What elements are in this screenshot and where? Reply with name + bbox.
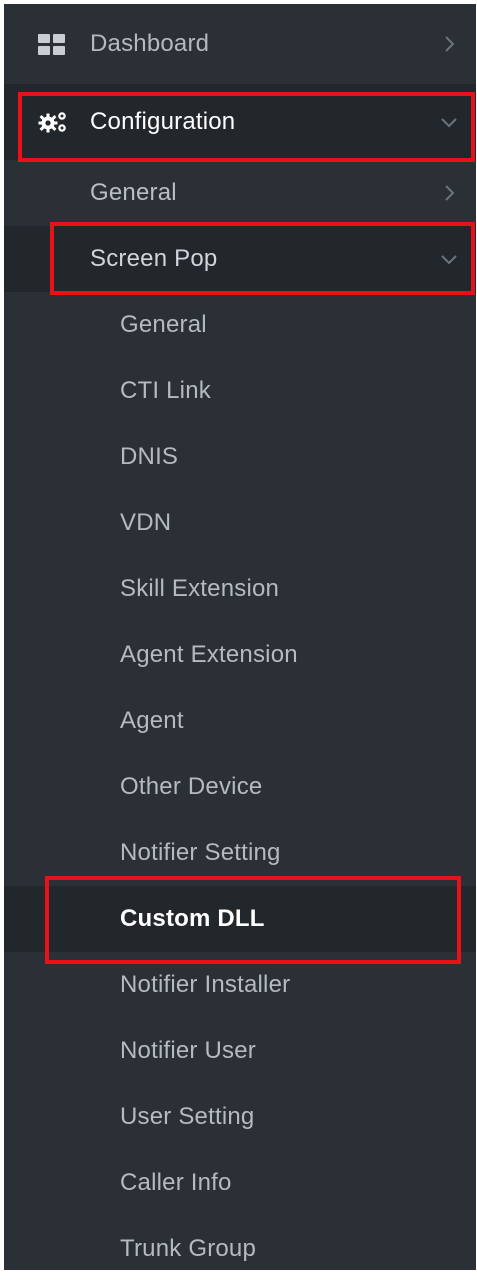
sidebar-item-label: VDN xyxy=(120,509,172,536)
sidebar-leaf-agent-extension[interactable]: Agent Extension xyxy=(4,622,476,688)
sidebar-item-label: Other Device xyxy=(120,773,263,800)
sidebar-item-label: Notifier Installer xyxy=(120,971,291,998)
sidebar-subitem-screen-pop[interactable]: Screen Pop xyxy=(4,226,476,292)
sidebar-leaf-trunk-group[interactable]: Trunk Group xyxy=(4,1216,476,1282)
sidebar-leaf-dnis[interactable]: DNIS xyxy=(4,424,476,490)
sidebar-leaf-notifier-installer[interactable]: Notifier Installer xyxy=(4,952,476,1018)
sidebar-leaf-custom-dll[interactable]: Custom DLL xyxy=(4,886,476,952)
sidebar-item-label: General xyxy=(120,311,207,338)
sidebar-item-dashboard[interactable]: Dashboard xyxy=(4,4,476,84)
sidebar-item-label: Agent Extension xyxy=(120,641,298,668)
chevron-down-icon xyxy=(438,111,460,133)
sidebar-leaf-notifier-setting[interactable]: Notifier Setting xyxy=(4,820,476,886)
sidebar-item-label: Caller Info xyxy=(120,1169,232,1196)
sidebar-item-label: Notifier User xyxy=(120,1037,256,1064)
sidebar-leaf-caller-info[interactable]: Caller Info xyxy=(4,1150,476,1216)
cogs-icon xyxy=(38,110,68,134)
sidebar-item-label: Trunk Group xyxy=(120,1235,257,1262)
sidebar-item-label: DNIS xyxy=(120,443,179,470)
sidebar-item-label: Custom DLL xyxy=(120,905,265,932)
sidebar-item-label: Dashboard xyxy=(90,30,210,57)
sidebar-leaf-user-setting[interactable]: User Setting xyxy=(4,1084,476,1150)
sidebar-menu: Dashboard Configuration General Screen P… xyxy=(4,4,476,1282)
chevron-right-icon xyxy=(438,182,460,204)
sidebar-item-label: Skill Extension xyxy=(120,575,280,602)
sidebar-nav: Dashboard Configuration General Screen P… xyxy=(4,4,476,1270)
sidebar-item-label: General xyxy=(90,179,177,206)
sidebar-leaf-vdn[interactable]: VDN xyxy=(4,490,476,556)
sidebar-item-label: CTI Link xyxy=(120,377,211,404)
sidebar-subitem-general[interactable]: General xyxy=(4,160,476,226)
sidebar-item-configuration[interactable]: Configuration xyxy=(4,84,476,160)
sidebar-leaf-general[interactable]: General xyxy=(4,292,476,358)
chevron-right-icon xyxy=(438,33,460,55)
sidebar-leaf-cti-link[interactable]: CTI Link xyxy=(4,358,476,424)
sidebar-leaf-notifier-user[interactable]: Notifier User xyxy=(4,1018,476,1084)
dashboard-grid-icon xyxy=(38,32,68,56)
sidebar-item-label: Notifier Setting xyxy=(120,839,281,866)
sidebar-item-label: User Setting xyxy=(120,1103,255,1130)
sidebar-leaf-skill-extension[interactable]: Skill Extension xyxy=(4,556,476,622)
sidebar-leaf-agent[interactable]: Agent xyxy=(4,688,476,754)
sidebar-item-label: Agent xyxy=(120,707,184,734)
sidebar-leaf-other-device[interactable]: Other Device xyxy=(4,754,476,820)
sidebar-item-label: Screen Pop xyxy=(90,245,218,272)
chevron-down-icon xyxy=(438,248,460,270)
sidebar-item-label: Configuration xyxy=(90,108,236,135)
